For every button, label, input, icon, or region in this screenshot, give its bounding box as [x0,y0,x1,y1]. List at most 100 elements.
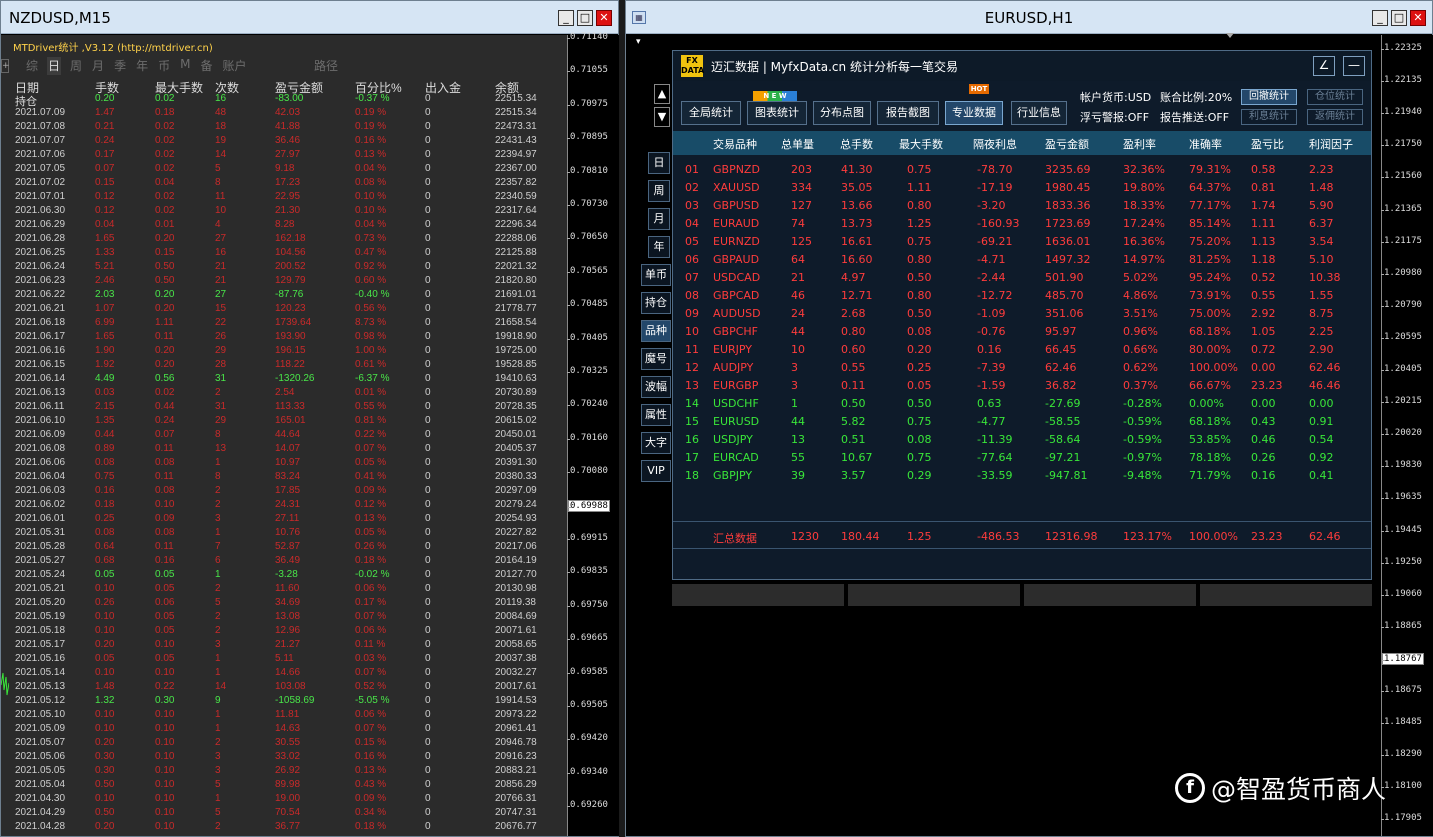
table-cell: 165.01 [275,415,306,426]
nav-item[interactable]: 季 [113,57,127,75]
table-cell: 1.25 [907,217,932,230]
symbol-row[interactable]: 04 EURAUD 74 13.73 1.25 -160.93 1723.69 17.24% 8… [673,215,1371,233]
table-cell: 17 [685,451,699,464]
tab-2[interactable]: 图表统计 [747,101,807,125]
nav-item[interactable]: 月 [91,57,105,75]
table-cell: 73.91% [1189,289,1231,302]
side-button[interactable]: 波幅 [641,376,671,398]
table-cell: 13 [791,433,805,446]
table-cell: 0.81 % [355,415,387,426]
symbol-row[interactable]: 14 USDCHF 1 0.50 0.50 0.63 -27.69 -0.28% 0.00% 0.… [673,395,1371,413]
scroll-down-icon[interactable]: ▼ [654,107,670,127]
side-button[interactable]: 大字 [641,432,671,454]
table-cell: 0 [425,401,431,412]
tab-1[interactable]: 全局统计 [681,101,741,125]
table-cell: 85.14% [1189,217,1231,230]
chart-shift-marker-icon[interactable] [1226,33,1234,38]
table-cell: 0.81 [1251,181,1276,194]
chart-dropdown-icon[interactable]: ▾ [636,37,641,47]
table-cell: 19528.85 [495,359,537,370]
price-axis-right[interactable]: 1.22325 1.22135 1.21940 1.21750 1.21560 1.213… [1381,35,1433,836]
scroll-up-icon[interactable]: ▲ [654,84,670,104]
side-button[interactable]: 品种 [641,320,671,342]
price-axis-left[interactable]: 0.71140 0.71055 0.70975 0.70895 0.70810 0.707… [567,32,619,836]
mtdriver-stats-panel: MTDriver统计 ,V3.12 (http://mtdriver.cn) +… [1,35,567,836]
stat-button[interactable]: 返佣统计 [1307,109,1363,125]
symbol-row[interactable]: 10 GBPCHF 44 0.80 0.08 -0.76 95.97 0.96% 68.18% 1… [673,323,1371,341]
nav-item[interactable]: 日 [47,57,62,75]
table-cell: 7 [215,541,221,552]
symbol-row[interactable]: 16 USDJPY 13 0.51 0.08 -11.39 -58.64 -0.59% 53.8… [673,431,1371,449]
table-cell: 42.03 [275,107,301,118]
price-tick: 0.70325 [567,366,608,376]
side-button[interactable]: 日 [648,152,670,174]
side-button[interactable]: 属性 [641,404,671,426]
table-cell: 2021.04.30 [15,793,66,804]
table-cell: 0 [425,723,431,734]
close-button[interactable]: ✕ [596,10,612,26]
table-cell: 10 [685,325,699,338]
nav-item[interactable]: 账户 [221,57,247,75]
minimize-button[interactable]: _ [558,10,574,26]
table-cell: 0.80 [907,289,932,302]
table-cell: 2021.04.29 [15,807,66,818]
nav-item[interactable]: 周 [69,57,83,75]
tab-5[interactable]: 专业数据 [945,101,1003,125]
table-cell: 14.66 [275,667,301,678]
nav-item[interactable]: 综 [25,57,39,75]
table-cell: 0.22 [155,681,175,692]
table-cell: 0.16 % [355,751,387,762]
edit-icon[interactable]: ∠ [1313,56,1335,76]
side-button[interactable]: 持仓 [641,292,671,314]
right-titlebar[interactable]: ▦ EURUSD,H1 _ □ ✕ [626,1,1432,34]
side-button[interactable]: 年 [648,236,670,258]
symbol-row[interactable]: 07 USDCAD 21 4.97 0.50 -2.44 501.90 5.02% 95.24%… [673,269,1371,287]
table-cell: 1.74 [1251,199,1276,212]
side-button[interactable]: 月 [648,208,670,230]
symbol-row[interactable]: 17 EURCAD 55 10.67 0.75 -77.64 -97.21 -0.97% 78.… [673,449,1371,467]
price-tick: 0.69988 [568,499,610,512]
table-cell: 0.16 [977,343,1002,356]
table-cell: -9.48% [1123,469,1162,482]
symbol-row[interactable]: 11 EURJPY 10 0.60 0.20 0.16 66.45 0.66% 80.00% 0.… [673,341,1371,359]
nzdusd-chart-window[interactable]: NZDUSD,M15 _ □ ✕ MTDriver统计 ,V3.12 (http… [0,0,619,837]
maximize-button[interactable]: □ [577,10,593,26]
side-button[interactable]: VIP [641,460,671,482]
close-button[interactable]: ✕ [1410,10,1426,26]
stat-button[interactable]: 利息统计 [1241,109,1297,125]
table-cell: 0.30 [95,765,115,776]
table-cell: 0.17 [95,149,115,160]
stat-button[interactable]: 仓位统计 [1307,89,1363,105]
tab-6[interactable]: 行业信息 [1011,101,1067,125]
tab-4[interactable]: 报告截图 [877,101,939,125]
minimize-panel-icon[interactable]: — [1343,56,1365,76]
symbol-row[interactable]: 06 GBPAUD 64 16.60 0.80 -4.71 1497.32 14.97% 81.… [673,251,1371,269]
symbol-row[interactable]: 18 GBPJPY 39 3.57 0.29 -33.59 -947.81 -9.48% 71.… [673,467,1371,485]
symbol-row[interactable]: 12 AUDJPY 3 0.55 0.25 -7.39 62.46 0.62% 100.00% 0… [673,359,1371,377]
side-button[interactable]: 单币 [641,264,671,286]
symbol-row[interactable]: 05 EURNZD 125 16.61 0.75 -69.21 1636.01 16.36% 7… [673,233,1371,251]
table-cell: 0.02 [155,135,175,146]
symbol-row[interactable]: 15 EURUSD 44 5.82 0.75 -4.77 -58.55 -0.59% 68.18… [673,413,1371,431]
summary-cell: 23.23 [1251,530,1283,543]
side-button[interactable]: 周 [648,180,670,202]
symbol-row[interactable]: 01 GBPNZD 203 41.30 0.75 -78.70 3235.69 32.36% 7… [673,161,1371,179]
side-button[interactable]: 魔号 [641,348,671,370]
symbol-row[interactable]: 02 XAUUSD 334 35.05 1.11 -17.19 1980.45 19.80% 6… [673,179,1371,197]
stat-button[interactable]: 回撤统计 [1241,89,1297,105]
table-cell: 14.07 [275,443,301,454]
symbol-row[interactable]: 09 AUDUSD 24 2.68 0.50 -1.09 351.06 3.51% 75.00%… [673,305,1371,323]
table-cell: 0.10 [155,807,175,818]
maximize-button[interactable]: □ [1391,10,1407,26]
nav-item[interactable]: 币 [157,57,171,75]
table-cell: 64 [791,253,805,266]
nav-item[interactable]: 年 [135,57,149,75]
left-titlebar[interactable]: NZDUSD,M15 _ □ ✕ [1,1,618,34]
nav-item[interactable]: 备 [199,57,213,75]
symbol-row[interactable]: 08 GBPCAD 46 12.71 0.80 -12.72 485.70 4.86% 73.9… [673,287,1371,305]
symbol-row[interactable]: 13 EURGBP 3 0.11 0.05 -1.59 36.82 0.37% 66.67% 23… [673,377,1371,395]
symbol-row[interactable]: 03 GBPUSD 127 13.66 0.80 -3.20 1833.36 18.33% 77… [673,197,1371,215]
tab-3[interactable]: 分布点图 [813,101,871,125]
minimize-button[interactable]: _ [1372,10,1388,26]
nav-item[interactable]: M [179,57,191,75]
